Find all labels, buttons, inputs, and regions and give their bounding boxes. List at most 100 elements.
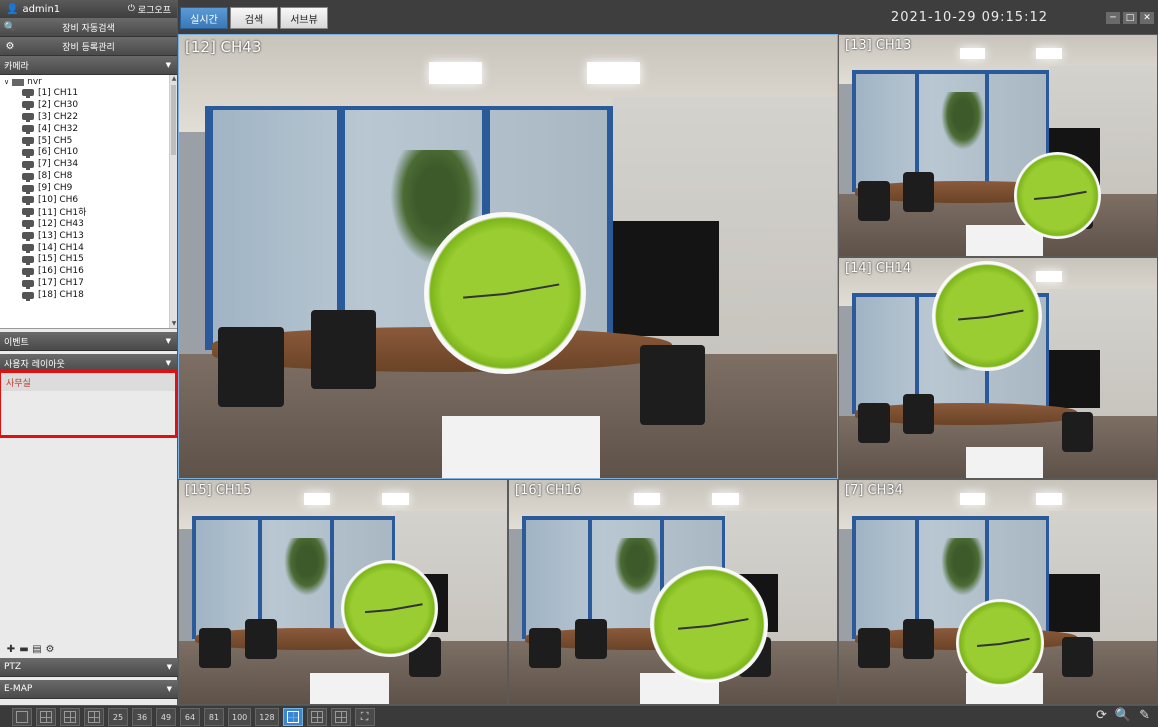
layout-item-office[interactable]: 사무실 <box>0 373 177 391</box>
camera-label: [9] CH9 <box>38 183 73 194</box>
camera-label: [14] CH14 <box>38 242 84 253</box>
event-section-header[interactable]: 이벤트 ▼ <box>0 332 177 351</box>
camera-tree-item[interactable]: [18] CH18 <box>0 289 177 301</box>
fullscreen-button[interactable]: ⛶ <box>354 708 375 726</box>
camera-feed <box>839 480 1157 704</box>
logout-button[interactable]: ⏻ 로그오프 <box>128 3 171 16</box>
tab-subview[interactable]: 서브뷰 <box>280 7 328 29</box>
layout-100-button[interactable]: 100 <box>228 708 252 726</box>
camera-tree-item[interactable]: [1] CH11 <box>0 87 177 99</box>
camera-tree-item[interactable]: [15] CH15 <box>0 253 177 265</box>
camera-tree-item[interactable]: [4] CH32 <box>0 123 177 135</box>
video-tile[interactable]: [13] CH13 <box>838 34 1158 257</box>
scroll-down-icon[interactable]: ▼ <box>170 320 177 328</box>
app-window: 👤 admin1 ⏻ 로그오프 🔍 장비 자동검색 ⚙ 장비 등록관리 카메라 … <box>0 0 1158 727</box>
camera-label: [11] CH1하 <box>38 208 87 219</box>
video-tile[interactable]: [15] CH15 <box>178 479 508 705</box>
camera-label: [12] CH43 <box>38 218 84 229</box>
layout-tools: ✚ ▬ ▤ ⚙ <box>0 640 178 658</box>
tree-scrollbar[interactable]: ▲ ▼ <box>169 75 177 328</box>
tab-live[interactable]: 실시간 <box>180 7 228 29</box>
camera-tree-item[interactable]: [11] CH1하 <box>0 206 177 218</box>
camera-tree-item[interactable]: [3] CH22 <box>0 111 177 123</box>
camera-tree-item[interactable]: [9] CH9 <box>0 182 177 194</box>
refresh-icon[interactable]: ⟳ <box>1096 708 1107 723</box>
scroll-up-icon[interactable]: ▲ <box>170 75 177 83</box>
save-icon[interactable]: ▤ <box>32 644 42 655</box>
camera-tree-item[interactable]: [2] CH30 <box>0 99 177 111</box>
emap-section-header[interactable]: E-MAP ▼ <box>0 680 178 699</box>
camera-tree-item[interactable]: [13] CH13 <box>0 230 177 242</box>
chevron-down-icon: ▼ <box>166 685 172 693</box>
layout-4-button[interactable] <box>36 708 56 726</box>
camera-section-header[interactable]: 카메라 ▼ <box>0 56 177 75</box>
camera-icon <box>22 196 34 206</box>
layout-36-button[interactable]: 36 <box>132 708 152 726</box>
add-icon[interactable]: ✚ <box>6 644 16 655</box>
maximize-icon[interactable]: □ <box>1123 12 1137 24</box>
camera-tree-item[interactable]: [17] CH17 <box>0 277 177 289</box>
settings-icon[interactable]: ⚙ <box>45 644 55 655</box>
camera-label: [10] CH6 <box>38 194 79 205</box>
camera-tree-item[interactable]: [5] CH5 <box>0 135 177 147</box>
camera-icon <box>22 267 34 277</box>
close-icon[interactable]: ✕ <box>1140 12 1154 24</box>
minimize-icon[interactable]: ─ <box>1106 12 1120 24</box>
camera-tree-item[interactable]: [16] CH16 <box>0 265 177 277</box>
camera-label: [13] CH13 <box>38 230 84 241</box>
ptz-section-header[interactable]: PTZ ▼ <box>0 658 178 677</box>
camera-label: [1] CH11 <box>38 87 79 98</box>
remove-icon[interactable]: ▬ <box>19 644 29 655</box>
zoom-icon[interactable]: 🔍 <box>1115 708 1131 723</box>
user-info: 👤 admin1 <box>6 4 60 15</box>
layout-49-button[interactable]: 49 <box>156 708 176 726</box>
user-layout-section-header[interactable]: 사용자 레이아웃 ▼ <box>0 354 177 373</box>
camera-tree-item[interactable]: [14] CH14 <box>0 242 177 254</box>
camera-label: [5] CH5 <box>38 135 73 146</box>
scroll-thumb[interactable] <box>171 85 176 155</box>
camera-label: [2] CH30 <box>38 99 79 110</box>
tile-channel-label: [12] CH43 <box>185 38 262 56</box>
power-icon: ⏻ <box>127 4 135 14</box>
logout-label: 로그오프 <box>137 5 171 16</box>
layout-custom-button[interactable] <box>282 708 303 726</box>
layout-64-button[interactable]: 64 <box>180 708 200 726</box>
camera-icon <box>22 125 34 135</box>
camera-icon <box>22 89 34 99</box>
camera-icon <box>22 291 34 301</box>
layout-alt1-button[interactable] <box>306 708 327 726</box>
layout-1-button[interactable] <box>12 708 32 726</box>
camera-tree-item[interactable]: [8] CH8 <box>0 170 177 182</box>
camera-tree-item[interactable]: [10] CH6 <box>0 194 177 206</box>
camera-list: [1] CH11 [2] CH30 [3] CH22 [4] CH32 [5] CH5[… <box>0 87 177 301</box>
video-tile[interactable]: [7] CH34 <box>838 479 1158 705</box>
layout-alt2-button[interactable] <box>330 708 351 726</box>
camera-tree-item[interactable]: [7] CH34 <box>0 158 177 170</box>
camera-icon <box>22 172 34 182</box>
video-tile[interactable]: [12] CH43 <box>178 34 838 479</box>
layout-9-button[interactable] <box>60 708 80 726</box>
camera-tree-item[interactable]: [12] CH43 <box>0 218 177 230</box>
camera-feed <box>509 480 837 704</box>
tab-search[interactable]: 검색 <box>230 7 278 29</box>
username: admin1 <box>22 3 61 15</box>
video-tile[interactable]: [14] CH14 <box>838 257 1158 479</box>
chevron-down-icon: ▼ <box>165 61 171 69</box>
layout-81-button[interactable]: 81 <box>204 708 224 726</box>
device-manage-button[interactable]: ⚙ 장비 등록관리 <box>0 37 177 56</box>
camera-tree[interactable]: ∨ nvr [1] CH11 [2] CH30 [3] CH22 [4] CH32 [5… <box>0 75 177 329</box>
tile-channel-label: [7] CH34 <box>845 483 903 498</box>
layout-16-button[interactable] <box>84 708 104 726</box>
video-grid: [12] CH43 [13] CH13 [14] CH14 [15] CH15 [16]… <box>178 34 1158 705</box>
window-controls: ─ □ ✕ <box>1106 12 1154 24</box>
tree-root-nvr[interactable]: ∨ nvr <box>0 75 177 87</box>
camera-tree-item[interactable]: [6] CH10 <box>0 146 177 158</box>
chevron-down-icon: ▼ <box>166 663 172 671</box>
edit-icon[interactable]: ✎ <box>1139 708 1150 723</box>
expand-icon[interactable]: ∨ <box>4 78 9 86</box>
auto-search-button[interactable]: 🔍 장비 자동검색 <box>0 18 177 37</box>
layout-128-button[interactable]: 128 <box>255 708 279 726</box>
video-tile[interactable]: [16] CH16 <box>508 479 838 705</box>
camera-label: [7] CH34 <box>38 159 79 170</box>
layout-25-button[interactable]: 25 <box>108 708 128 726</box>
